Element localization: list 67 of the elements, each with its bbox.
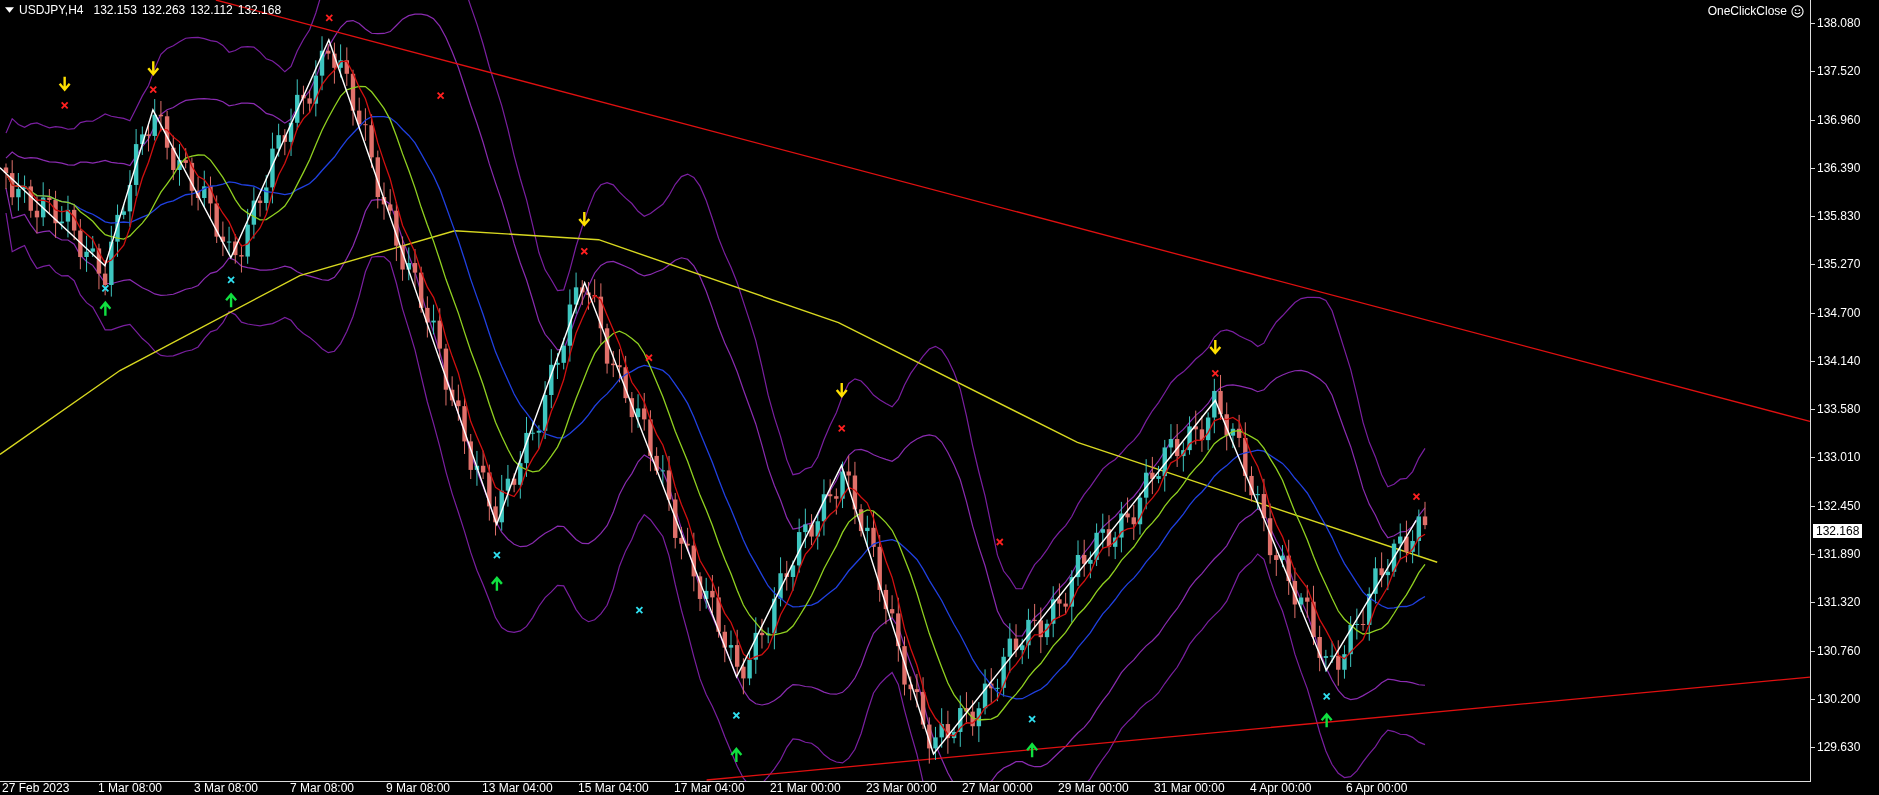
time-label: 4 Apr 00:00: [1250, 782, 1312, 795]
price-label: 132.450: [1817, 498, 1861, 513]
up-arrow-icon: [1025, 742, 1039, 759]
up-arrow-icon: [224, 292, 238, 309]
time-label: 21 Mar 00:00: [770, 782, 841, 795]
price-label: 133.580: [1817, 402, 1861, 417]
time-label: 31 Mar 00:00: [1154, 782, 1225, 795]
price-label: 136.390: [1817, 160, 1861, 175]
cross-mark-icon: [732, 711, 741, 720]
time-label: 7 Mar 08:00: [290, 782, 355, 795]
time-label: 27 Mar 00:00: [962, 782, 1033, 795]
time-label: 15 Mar 04:00: [578, 782, 649, 795]
time-label: 3 Mar 08:00: [194, 782, 259, 795]
price-label: 131.890: [1817, 546, 1861, 561]
down-arrow-icon: [147, 60, 160, 77]
time-label: 29 Mar 00:00: [1058, 782, 1129, 795]
price-label: 135.830: [1817, 209, 1861, 224]
time-label: 27 Feb 2023: [2, 782, 70, 795]
down-arrow-icon: [835, 381, 848, 398]
cross-mark-icon: [635, 606, 644, 615]
price-label: 135.270: [1817, 257, 1861, 272]
time-label: 23 Mar 00:00: [866, 782, 937, 795]
quote-value: 132.263: [141, 3, 186, 17]
expert-label: OneClickClose: [1707, 4, 1787, 18]
price-label: 137.520: [1817, 64, 1861, 79]
price-label: 134.140: [1817, 353, 1861, 368]
cross-mark-icon: [227, 276, 235, 284]
cross-mark-icon: [1028, 715, 1036, 723]
price-label: 138.080: [1817, 16, 1861, 30]
price-label: 131.320: [1817, 595, 1861, 610]
price-label: 133.010: [1817, 450, 1861, 465]
time-label: 1 Mar 08:00: [98, 782, 163, 795]
quote-value: 132.153: [93, 3, 137, 17]
dropdown-triangle-icon[interactable]: [5, 7, 14, 13]
cross-mark-icon: [1322, 692, 1331, 701]
up-arrow-icon: [490, 576, 504, 593]
cross-mark-icon: [645, 353, 653, 362]
quote-value: 132.112: [190, 3, 233, 17]
cross-mark-icon: [436, 91, 445, 100]
current-price-label: 132.168: [1813, 524, 1863, 538]
up-arrow-icon: [730, 747, 743, 764]
price-label: 130.760: [1817, 643, 1861, 658]
cross-mark-icon: [149, 85, 158, 94]
cross-mark-icon: [101, 284, 110, 293]
cross-mark-icon: [995, 538, 1004, 546]
price-label: 134.700: [1817, 305, 1861, 320]
down-arrow-icon: [578, 210, 591, 227]
cross-mark-icon: [580, 247, 589, 256]
time-label: 6 Apr 00:00: [1346, 782, 1408, 795]
cross-mark-icon: [60, 101, 69, 110]
time-label: 9 Mar 08:00: [386, 782, 451, 795]
up-arrow-icon: [99, 300, 112, 317]
smiley-icon: [1791, 4, 1804, 18]
symbol-label: USDJPY,H4: [19, 3, 84, 17]
price-label: 130.200: [1817, 691, 1861, 706]
cross-mark-icon: [325, 14, 334, 22]
down-arrow-icon: [1209, 338, 1222, 355]
up-arrow-icon: [1320, 712, 1333, 729]
time-label: 17 Mar 04:00: [674, 782, 745, 795]
price-label: 136.960: [1817, 112, 1861, 127]
down-arrow-icon: [58, 75, 71, 92]
cross-mark-icon: [493, 551, 501, 560]
time-label: 13 Mar 04:00: [482, 782, 553, 795]
cross-mark-icon: [1211, 369, 1220, 378]
cross-mark-icon: [837, 424, 846, 433]
price-label: 129.630: [1817, 740, 1861, 755]
cross-mark-icon: [1412, 492, 1421, 501]
